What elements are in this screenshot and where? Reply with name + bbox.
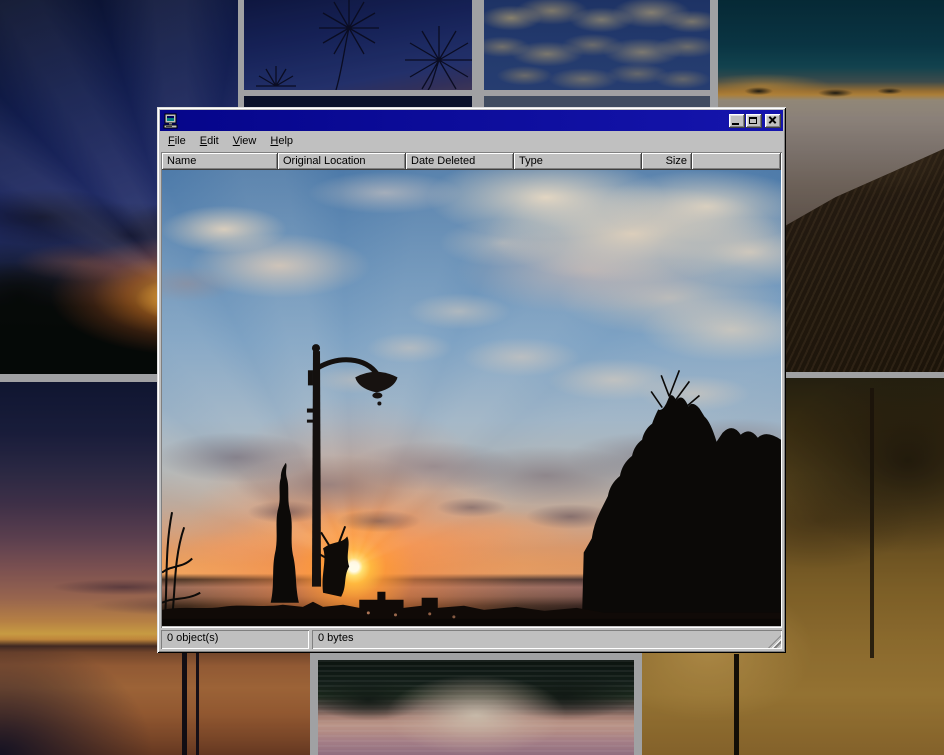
menu-view[interactable]: View bbox=[226, 133, 264, 149]
status-bytes-text: 0 bytes bbox=[318, 632, 353, 644]
title-bar[interactable] bbox=[160, 110, 783, 131]
column-header-spacer[interactable] bbox=[692, 153, 781, 170]
column-header-original-location[interactable]: Original Location bbox=[278, 153, 406, 170]
status-byte-count: 0 bytes bbox=[312, 630, 782, 649]
menu-file[interactable]: File bbox=[161, 133, 193, 149]
column-header-size[interactable]: Size bbox=[642, 153, 692, 170]
minimize-button[interactable] bbox=[729, 114, 745, 128]
file-list-view[interactable]: Name Original Location Date Deleted Type… bbox=[161, 152, 782, 628]
menu-view-accel: V bbox=[233, 135, 240, 147]
menu-view-rest: iew bbox=[240, 135, 257, 147]
column-header-row: Name Original Location Date Deleted Type… bbox=[162, 153, 781, 170]
menu-edit[interactable]: Edit bbox=[193, 133, 226, 149]
menu-edit-rest: dit bbox=[207, 135, 219, 147]
close-button[interactable] bbox=[765, 114, 781, 128]
status-object-count: 0 object(s) bbox=[161, 630, 309, 649]
column-header-name[interactable]: Name bbox=[162, 153, 278, 170]
menu-bar: File Edit View Help bbox=[160, 131, 783, 151]
recycle-bin-window: File Edit View Help Name Original Locati… bbox=[157, 107, 786, 653]
silhouette-graphics bbox=[162, 170, 781, 626]
menu-edit-accel: E bbox=[200, 135, 207, 147]
menu-help-rest: elp bbox=[278, 135, 293, 147]
maximize-button[interactable] bbox=[746, 114, 762, 128]
menu-file-rest: ile bbox=[175, 135, 186, 147]
sunset-photo-background[interactable] bbox=[162, 170, 781, 626]
window-controls bbox=[728, 114, 781, 128]
resize-grip[interactable] bbox=[768, 635, 781, 648]
computer-icon bbox=[163, 113, 179, 129]
desktop: File Edit View Help Name Original Locati… bbox=[0, 0, 944, 755]
status-bar: 0 object(s) 0 bytes bbox=[161, 630, 782, 649]
menu-help[interactable]: Help bbox=[263, 133, 300, 149]
column-header-type[interactable]: Type bbox=[514, 153, 642, 170]
menu-file-accel: F bbox=[168, 135, 175, 147]
column-header-date-deleted[interactable]: Date Deleted bbox=[406, 153, 514, 170]
